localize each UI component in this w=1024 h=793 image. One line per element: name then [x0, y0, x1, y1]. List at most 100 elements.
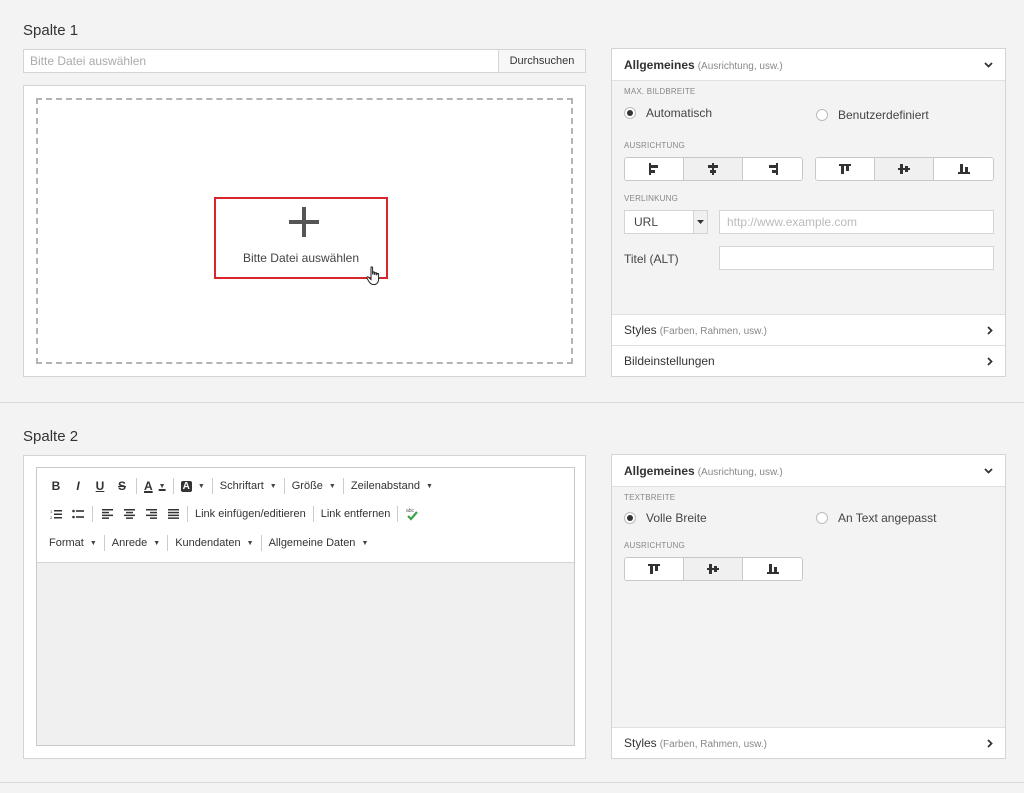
- font-size-dropdown[interactable]: Größe ▼: [288, 475, 340, 497]
- select-file-target[interactable]: Bitte Datei auswählen: [214, 197, 388, 279]
- link-url-input[interactable]: http://www.example.com: [719, 210, 994, 234]
- valign-middle-button[interactable]: [875, 158, 934, 180]
- align-center-text-button[interactable]: [118, 503, 140, 525]
- svg-text:2: 2: [50, 515, 53, 520]
- radio-automatic-label: Automatisch: [646, 106, 713, 120]
- text-width-label: TEXTBREITE: [624, 493, 676, 502]
- valign-top-icon: [648, 564, 660, 574]
- valign-bottom-icon: [957, 164, 970, 174]
- image-settings-title: Bildeinstellungen: [624, 354, 715, 368]
- section-divider: [0, 782, 1024, 783]
- align-right-button[interactable]: [743, 158, 802, 180]
- toolbar-separator: [397, 506, 399, 522]
- title-alt-input[interactable]: [719, 246, 994, 270]
- justify-text-button[interactable]: [162, 503, 184, 525]
- file-path-input[interactable]: Bitte Datei auswählen: [23, 49, 499, 73]
- valign-middle-icon: [898, 164, 910, 174]
- chevron-down-icon: [984, 61, 993, 68]
- text-justify-icon: [167, 509, 179, 519]
- insert-link-button[interactable]: Link einfügen/editieren: [191, 503, 310, 525]
- chevron-down-icon: [984, 467, 993, 474]
- general-subtitle: (Ausrichtung, usw.): [697, 466, 783, 478]
- align-right-text-button[interactable]: [140, 503, 162, 525]
- section-divider: [0, 402, 1024, 403]
- valign-middle-button[interactable]: [684, 558, 743, 580]
- file-chooser: Bitte Datei auswählen Durchsuchen: [23, 49, 586, 73]
- general-accordion-header[interactable]: Allgemeines (Ausrichtung, usw.): [612, 49, 1005, 81]
- align-center-button[interactable]: [684, 158, 743, 180]
- radio-dot: [816, 109, 828, 121]
- bullet-list-icon: [72, 509, 84, 518]
- radio-full-width-label: Volle Breite: [646, 511, 707, 525]
- radio-custom-label: Benutzerdefiniert: [838, 108, 929, 122]
- align-label: AUSRICHTUNG: [624, 141, 685, 150]
- font-family-dropdown[interactable]: Schriftart ▼: [216, 475, 281, 497]
- radio-fit-text[interactable]: An Text angepasst: [816, 511, 937, 525]
- caret-down-icon: ▼: [158, 482, 166, 490]
- salutation-dropdown[interactable]: Anrede ▼: [108, 532, 164, 554]
- svg-text:1: 1: [50, 509, 53, 514]
- strikethrough-button[interactable]: S: [111, 475, 133, 497]
- hand-cursor-icon: [366, 266, 380, 285]
- valign-bottom-button[interactable]: [934, 158, 993, 180]
- toolbar-separator: [136, 478, 137, 494]
- vertical-align-group-2: [624, 557, 803, 581]
- styles-title: Styles: [624, 736, 657, 750]
- editor-content-area[interactable]: [37, 563, 574, 745]
- radio-dot: [624, 512, 636, 524]
- align-label: AUSRICHTUNG: [624, 541, 685, 550]
- caret-down-icon: ▼: [361, 539, 369, 547]
- text-align-left-icon: [101, 509, 113, 519]
- radio-dot: [816, 512, 828, 524]
- underline-button[interactable]: U: [89, 475, 111, 497]
- valign-top-button[interactable]: [816, 158, 875, 180]
- general-accordion-header[interactable]: Allgemeines (Ausrichtung, usw.): [612, 455, 1005, 487]
- bold-button[interactable]: B: [45, 475, 67, 497]
- chevron-right-icon: [987, 325, 993, 335]
- browse-button[interactable]: Durchsuchen: [499, 49, 586, 73]
- horizontal-align-group: [624, 157, 803, 181]
- format-dropdown[interactable]: Format ▼: [45, 532, 101, 554]
- valign-bottom-icon: [766, 564, 779, 574]
- bullet-list-button[interactable]: [67, 503, 89, 525]
- text-editor-container: B I U S A ▼ A ▼ Schriftart ▼ Größe ▼ Zeilena…: [23, 455, 586, 759]
- spellcheck-button[interactable]: abc: [401, 503, 423, 525]
- valign-top-button[interactable]: [625, 558, 684, 580]
- radio-fit-text-label: An Text angepasst: [838, 511, 937, 525]
- svg-text:abc: abc: [406, 508, 415, 514]
- remove-link-button[interactable]: Link entfernen: [317, 503, 395, 525]
- vertical-align-group: [815, 157, 994, 181]
- numbered-list-button[interactable]: 12: [45, 503, 67, 525]
- radio-custom[interactable]: Benutzerdefiniert: [816, 108, 929, 122]
- styles-subtitle: (Farben, Rahmen, usw.): [659, 739, 767, 750]
- general-subtitle: (Ausrichtung, usw.): [697, 60, 783, 72]
- radio-automatic[interactable]: Automatisch: [624, 106, 712, 120]
- image-settings-accordion[interactable]: Bildeinstellungen: [612, 345, 1005, 376]
- styles-title: Styles: [624, 323, 657, 337]
- general-data-dropdown[interactable]: Allgemeine Daten ▼: [265, 532, 373, 554]
- align-left-text-button[interactable]: [96, 503, 118, 525]
- title-alt-label: Titel (ALT): [624, 252, 679, 266]
- toolbar-separator: [260, 535, 262, 551]
- line-height-dropdown[interactable]: Zeilenabstand ▼: [347, 475, 437, 497]
- align-left-button[interactable]: [625, 158, 684, 180]
- caret-down-icon: ▼: [328, 482, 336, 490]
- background-color-button[interactable]: A ▼: [177, 475, 209, 497]
- styles-accordion-2[interactable]: Styles (Farben, Rahmen, usw.): [612, 727, 1005, 758]
- link-type-value: URL: [634, 215, 659, 229]
- caret-down-icon: ▼: [197, 482, 205, 490]
- caret-down-icon: ▼: [89, 539, 97, 547]
- styles-accordion-1[interactable]: Styles (Farben, Rahmen, usw.): [612, 314, 1005, 345]
- toolbar-separator: [283, 478, 285, 494]
- section-title-2: Spalte 2: [23, 428, 79, 445]
- italic-button[interactable]: I: [67, 475, 89, 497]
- section-title-1: Spalte 1: [23, 22, 79, 39]
- link-type-select[interactable]: URL: [624, 210, 708, 234]
- font-color-button[interactable]: A ▼: [140, 475, 170, 497]
- radio-full-width[interactable]: Volle Breite: [624, 511, 707, 525]
- plus-icon: [289, 207, 319, 237]
- toolbar-separator: [92, 506, 93, 522]
- valign-bottom-button[interactable]: [743, 558, 802, 580]
- customer-data-dropdown[interactable]: Kundendaten ▼: [171, 532, 257, 554]
- toolbar-separator: [167, 535, 169, 551]
